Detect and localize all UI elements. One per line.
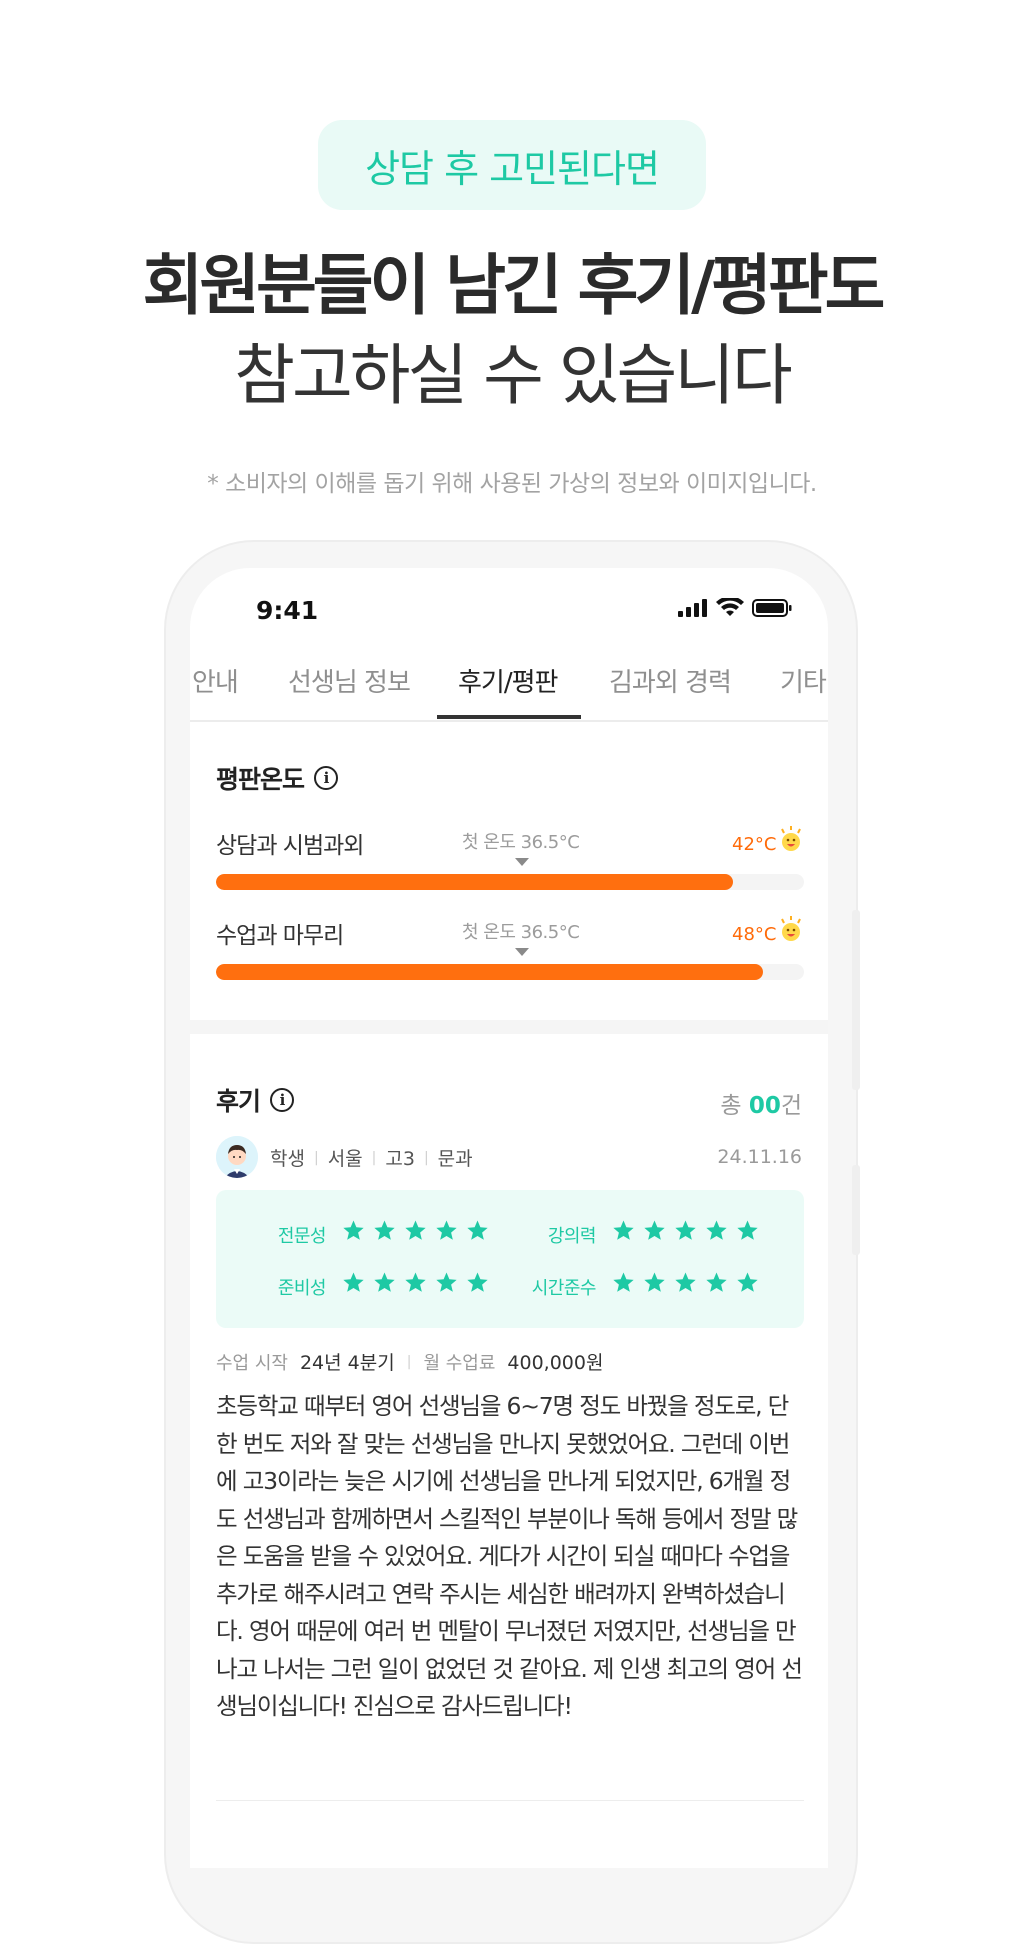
star-rating (342, 1271, 489, 1294)
tab-etc[interactable]: 기타 (780, 658, 827, 718)
tab-reviews[interactable]: 후기/평판 (458, 658, 558, 718)
temp-progress-bar (216, 874, 804, 890)
review-count-prefix: 총 (720, 1093, 749, 1119)
temp-progress-fill (216, 964, 763, 980)
phone-side-button (852, 910, 860, 1090)
review-body: 초등학교 때부터 영어 선생님을 6~7명 정도 바꿨을 정도로, 단 한 번도… (216, 1392, 803, 1720)
review-count-suffix: 건 (780, 1093, 802, 1119)
star-icon (644, 1272, 665, 1292)
star-icon (405, 1272, 426, 1292)
fee-value: 400,000원 (507, 1352, 604, 1374)
section-divider (190, 1020, 828, 1034)
rating-label: 시간준수 (531, 1278, 597, 1299)
first-temp-marker (515, 948, 529, 956)
headline: 회원분들이 남긴 후기/평판도 (142, 247, 886, 324)
review-date: 24.11.16 (717, 1146, 802, 1168)
temp-value: 42°C (732, 834, 777, 855)
smile-face-icon (781, 826, 801, 851)
first-temp-label: 첫 온도 36.5°C (462, 922, 580, 943)
reputation-row-label: 상담과 시범과외 (216, 833, 364, 859)
reviews-title-text: 후기 (216, 1087, 261, 1116)
status-icons (678, 598, 792, 618)
headline-pill: 상담 후 고민된다면 (318, 120, 706, 210)
star-icon (436, 1220, 457, 1240)
rating-label: 전문성 (277, 1226, 327, 1247)
temp-progress-fill (216, 874, 734, 890)
info-icon[interactable]: i (270, 1088, 295, 1112)
tab-guide[interactable]: 안내 (192, 658, 239, 718)
tab-career[interactable]: 김과외 경력 (609, 658, 732, 718)
info-icon[interactable]: i (314, 766, 339, 790)
rating-label: 준비성 (277, 1278, 327, 1299)
reviewer-type: 학생 (270, 1148, 305, 1170)
pill-text: 상담 후 고민된다면 (365, 146, 660, 191)
battery-icon (752, 599, 792, 617)
star-icon (405, 1220, 426, 1240)
start-value: 24년 4분기 (299, 1352, 395, 1374)
reputation-title-text: 평판온도 (216, 765, 305, 794)
reputation-row-label: 수업과 마무리 (216, 923, 344, 949)
phone-screen: 9:41 안내 선생님 정보 후기/평판 김과외 경력 기타 평판온도 i 상담… (190, 568, 828, 1868)
star-icon (706, 1272, 727, 1292)
lesson-info: 수업 시작 24년 4분기 | 월 수업료 400,000원 (216, 1348, 603, 1375)
smile-face-icon (781, 916, 801, 941)
reviewer-meta: 학생 | 서울 | 고3 | 문과 (270, 1144, 473, 1171)
review-divider (216, 1800, 804, 1801)
rating-box: 전문성 강의력 준비성 시간준수 (216, 1190, 804, 1328)
start-label: 수업 시작 (216, 1352, 288, 1374)
reviewer-region: 서울 (327, 1148, 363, 1170)
first-temp-marker (515, 858, 529, 866)
reviewer-track: 문과 (437, 1148, 473, 1170)
avatar (216, 1136, 258, 1178)
star-rating (342, 1219, 489, 1242)
first-temp-label: 첫 온도 36.5°C (462, 832, 580, 853)
subheadline: 참고하실 수 있습니다 (234, 337, 792, 414)
review-count: 총 00건 (720, 1086, 802, 1120)
status-bar: 9:41 (190, 592, 828, 632)
star-icon (613, 1272, 634, 1292)
wifi-icon (716, 598, 744, 616)
star-icon (613, 1220, 634, 1240)
status-time: 9:41 (256, 596, 319, 625)
tab-bar: 안내 선생님 정보 후기/평판 김과외 경력 기타 (190, 658, 828, 722)
reputation-title: 평판온도 i (216, 760, 339, 796)
meta-separator: | (313, 1149, 319, 1166)
star-icon (675, 1220, 696, 1240)
signal-icon (678, 599, 707, 617)
meta-separator: | (406, 1353, 412, 1370)
star-icon (737, 1220, 758, 1240)
star-icon (706, 1220, 727, 1240)
star-icon (343, 1220, 364, 1240)
star-rating (612, 1219, 759, 1242)
temp-progress-bar (216, 964, 804, 980)
disclaimer: * 소비자의 이해를 돕기 위해 사용된 가상의 정보와 이미지입니다. (207, 471, 817, 497)
star-icon (675, 1272, 696, 1292)
star-rating (612, 1271, 759, 1294)
review-count-number: 00 (748, 1093, 781, 1119)
star-icon (374, 1272, 395, 1292)
meta-separator: | (423, 1149, 429, 1166)
reviewer-grade: 고3 (385, 1148, 415, 1170)
active-tab-indicator (437, 715, 581, 719)
student-avatar-icon (216, 1136, 258, 1178)
tab-teacher-info[interactable]: 선생님 정보 (288, 658, 411, 718)
star-icon (737, 1272, 758, 1292)
reviews-title: 후기 i (216, 1082, 295, 1118)
rating-label: 강의력 (547, 1226, 597, 1247)
fee-label: 월 수업료 (423, 1352, 496, 1374)
star-icon (374, 1220, 395, 1240)
star-icon (343, 1272, 364, 1292)
meta-separator: | (371, 1149, 377, 1166)
phone-side-button (852, 1165, 860, 1255)
star-icon (436, 1272, 457, 1292)
star-icon (644, 1220, 665, 1240)
temp-value: 48°C (732, 924, 777, 945)
